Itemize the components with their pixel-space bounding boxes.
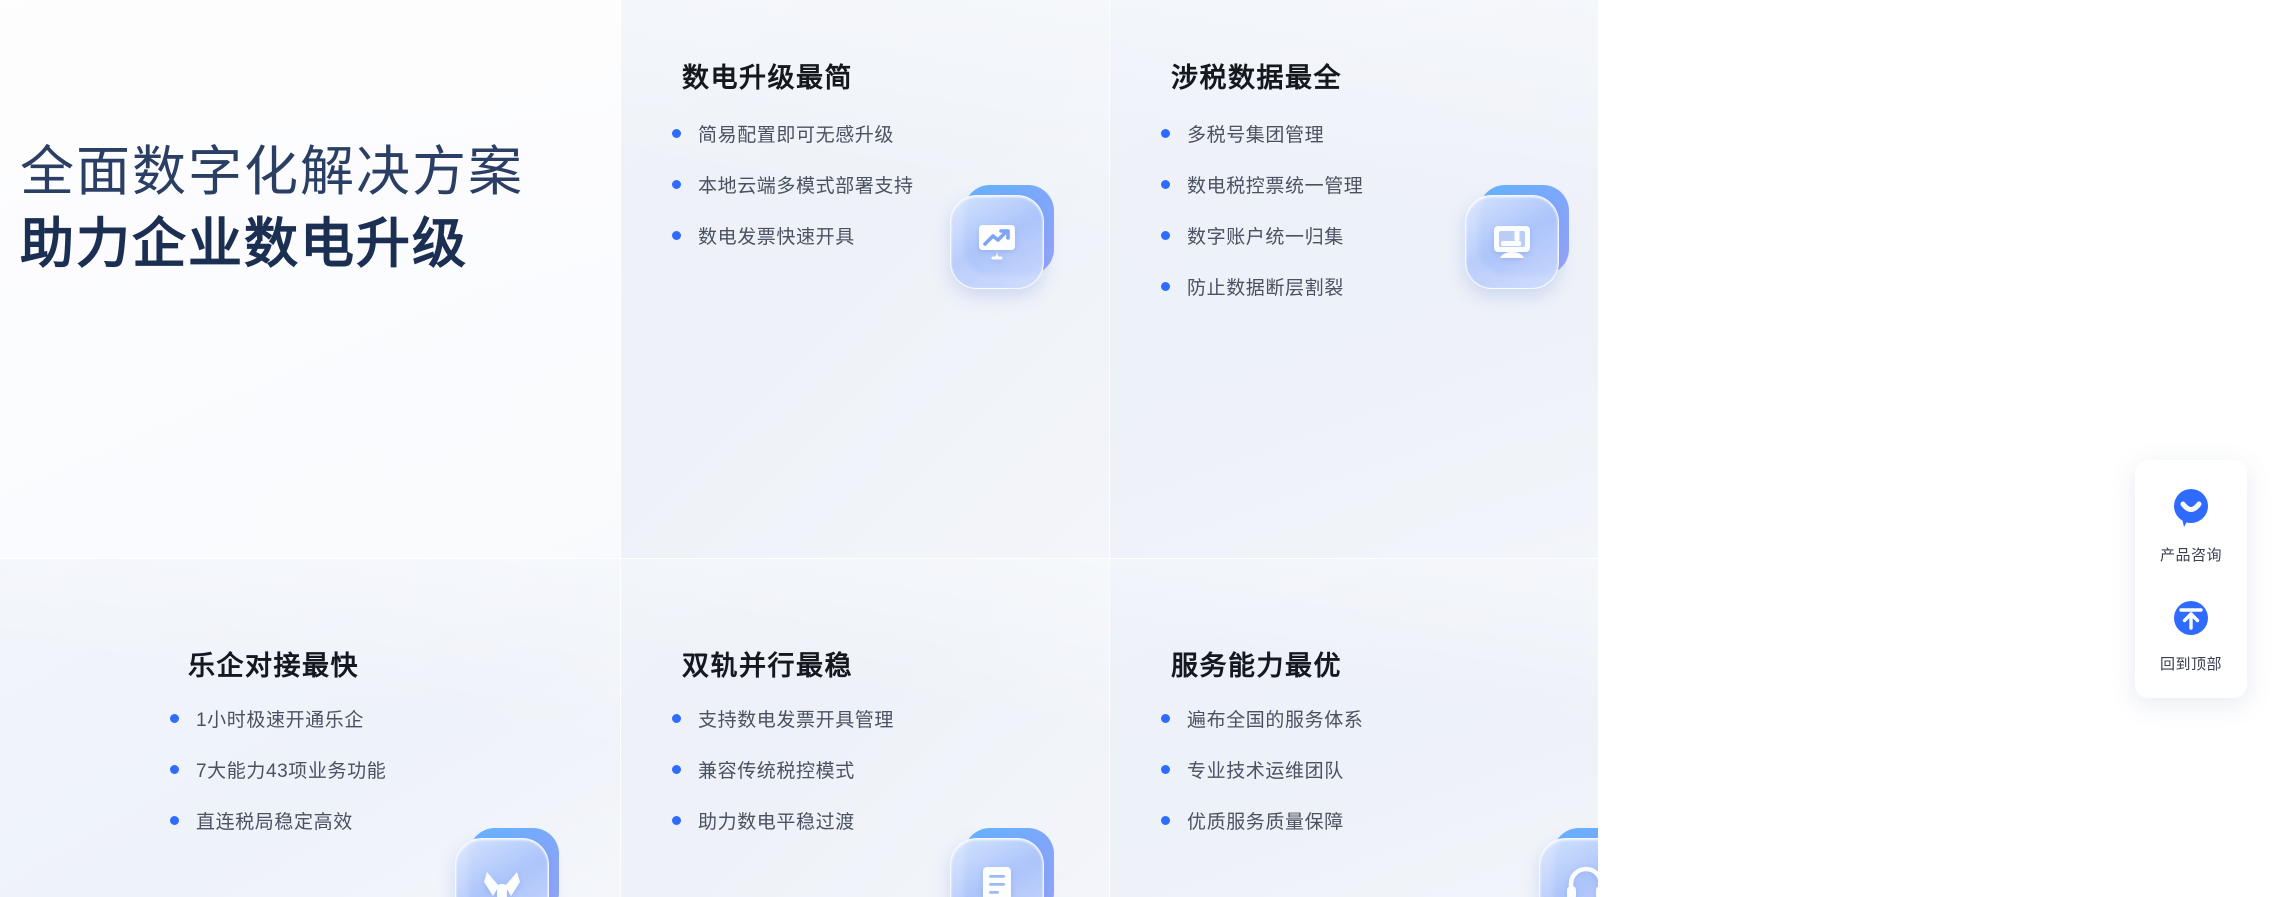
bullet-dot-icon [672,713,681,723]
hero-line-1: 全面数字化解决方案 [20,142,524,202]
headset-icon [1539,828,1598,897]
back-to-top-icon [2166,593,2216,643]
bullet-dot-icon [1161,230,1170,240]
list-item: 1小时极速开通乐企 [170,700,386,736]
card-most-stable-dual-track[interactable]: 双轨并行最稳 支持数电发票开具管理 兼容传统税控模式 助力数电平稳过渡 [620,558,1109,897]
list-item: 7大能力43项业务功能 [170,751,386,787]
rail-item-label: 回到顶部 [2159,656,2222,673]
list-item: 优质服务质量保障 [1161,802,1363,838]
list-item: 兼容传统税控模式 [672,751,894,787]
bullet-dot-icon [170,764,179,774]
hero-text: 全面数字化解决方案 助力企业数电升级 [20,140,524,278]
list-item: 简易配置即可无感升级 [672,115,914,151]
handshake-icon [455,828,559,897]
list-item-label: 数电税控票统一管理 [1187,175,1364,197]
bullet-dot-icon [1161,815,1170,825]
list-item: 直连税局稳定高效 [170,802,386,838]
icon-glass-plate [950,195,1044,289]
floating-action-rail: 产品咨询 回到顶部 [2135,460,2247,698]
rail-item-label: 产品咨询 [2159,547,2222,564]
list-item-label: 本地云端多模式部署支持 [698,175,914,197]
chart-board-icon [950,185,1054,289]
list-item: 专业技术运维团队 [1161,751,1363,787]
card-bullet-list: 1小时极速开通乐企 7大能力43项业务功能 直连税局稳定高效 [170,700,386,853]
icon-glass-plate [455,838,549,897]
list-item: 多税号集团管理 [1161,115,1363,151]
card-bullet-list: 支持数电发票开具管理 兼容传统税控模式 助力数电平稳过渡 [672,700,894,853]
list-item-label: 遍布全国的服务体系 [1187,709,1364,731]
feature-grid: 全面数字化解决方案 助力企业数电升级 数电升级最简 简易配置即可无感升级 本地云… [0,0,2275,897]
list-item-label: 简易配置即可无感升级 [698,124,895,146]
card-most-complete-tax-data[interactable]: 涉税数据最全 多税号集团管理 数电税控票统一管理 数字账户统一归集 防止数据断层… [1109,0,1598,558]
list-item-label: 兼容传统税控模式 [698,760,855,782]
card-title: 双轨并行最稳 [682,651,853,681]
list-item-label: 多税号集团管理 [1187,124,1325,146]
document-icon [950,828,1054,897]
hero-line-2: 助力企业数电升级 [20,213,468,274]
list-item-label: 7大能力43项业务功能 [196,760,387,782]
bullet-dot-icon [672,128,681,138]
list-item-label: 防止数据断层割裂 [1187,277,1344,299]
list-item-label: 专业技术运维团队 [1187,760,1344,782]
list-item: 助力数电平稳过渡 [672,802,894,838]
card-bullet-list: 多税号集团管理 数电税控票统一管理 数字账户统一归集 防止数据断层割裂 [1161,115,1363,319]
card-title: 服务能力最优 [1171,651,1342,681]
list-item-label: 支持数电发票开具管理 [698,709,895,731]
card-fastest-leqi-integration[interactable]: 乐企对接最快 1小时极速开通乐企 7大能力43项业务功能 直连税局稳定高效 [0,558,620,897]
list-item: 防止数据断层割裂 [1161,268,1363,304]
bullet-dot-icon [170,713,179,723]
card-title: 数电升级最简 [682,63,853,93]
bullet-dot-icon [1161,128,1170,138]
bullet-dot-icon [170,815,179,825]
hero-cell: 全面数字化解决方案 助力企业数电升级 [0,0,620,558]
bullet-dot-icon [672,815,681,825]
list-item: 数电发票快速开具 [672,217,914,253]
icon-glass-plate [1539,838,1598,897]
chat-smile-icon [2166,484,2216,534]
list-item: 数字账户统一归集 [1161,217,1363,253]
list-item: 支持数电发票开具管理 [672,700,894,736]
rail-item-product-consult[interactable]: 产品咨询 [2135,480,2247,571]
bullet-dot-icon [1161,764,1170,774]
icon-glass-plate [1465,195,1559,289]
rail-item-back-to-top[interactable]: 回到顶部 [2135,589,2247,680]
card-bullet-list: 遍布全国的服务体系 专业技术运维团队 优质服务质量保障 [1161,700,1363,853]
list-item: 数电税控票统一管理 [1161,166,1363,202]
bullet-dot-icon [672,230,681,240]
bullet-dot-icon [1161,281,1170,291]
list-item-label: 助力数电平稳过渡 [698,811,855,833]
card-bullet-list: 简易配置即可无感升级 本地云端多模式部署支持 数电发票快速开具 [672,115,914,268]
card-simplest-upgrade[interactable]: 数电升级最简 简易配置即可无感升级 本地云端多模式部署支持 数电发票快速开具 [620,0,1109,558]
bullet-dot-icon [672,764,681,774]
list-item: 本地云端多模式部署支持 [672,166,914,202]
list-item-label: 数字账户统一归集 [1187,226,1344,248]
monitor-pencil-icon [1465,185,1569,289]
list-item-label: 直连税局稳定高效 [196,811,353,833]
list-item: 遍布全国的服务体系 [1161,700,1363,736]
card-best-service-capability[interactable]: 服务能力最优 遍布全国的服务体系 专业技术运维团队 优质服务质量保障 [1109,558,1598,897]
list-item-label: 优质服务质量保障 [1187,811,1344,833]
bullet-dot-icon [1161,179,1170,189]
icon-glass-plate [950,838,1044,897]
card-title: 乐企对接最快 [188,651,359,681]
list-item-label: 1小时极速开通乐企 [196,709,364,731]
bullet-dot-icon [1161,713,1170,723]
list-item-label: 数电发票快速开具 [698,226,855,248]
bullet-dot-icon [672,179,681,189]
card-title: 涉税数据最全 [1171,63,1342,93]
